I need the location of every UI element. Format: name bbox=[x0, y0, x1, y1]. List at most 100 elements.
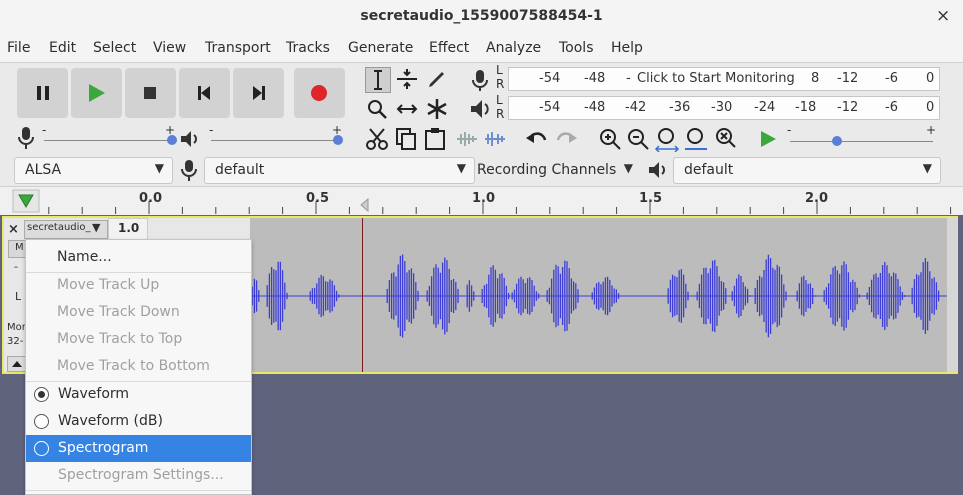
menu-tracks[interactable]: Tracks bbox=[286, 40, 330, 56]
waveform-display[interactable] bbox=[250, 218, 947, 372]
meter-tick: 8 bbox=[811, 71, 820, 86]
meter-tick: -18 bbox=[795, 100, 817, 115]
menu-generate[interactable]: Generate bbox=[348, 40, 413, 56]
multi-tool[interactable] bbox=[425, 97, 449, 121]
meter-tick: -48 bbox=[584, 71, 606, 86]
pause-button[interactable] bbox=[17, 68, 68, 118]
zoom-toggle-icon[interactable] bbox=[712, 126, 738, 152]
record-meter[interactable]: -54 -48 - Click to Start Monitoring 8 -1… bbox=[508, 67, 940, 91]
record-meter-prompt: Click to Start Monitoring bbox=[637, 71, 795, 86]
track-right-edge bbox=[947, 218, 957, 372]
zoom-tool[interactable] bbox=[365, 97, 389, 121]
silence-audio-icon[interactable] bbox=[482, 126, 508, 152]
pencil-icon bbox=[429, 72, 444, 87]
menu-help[interactable]: Help bbox=[611, 40, 643, 56]
menu-tools[interactable]: Tools bbox=[559, 40, 594, 56]
meter-tick: -42 bbox=[625, 100, 647, 115]
menu-view[interactable]: View bbox=[153, 40, 186, 56]
track-gain-readout: 1.0 bbox=[108, 218, 148, 240]
menu-transport[interactable]: Transport bbox=[205, 40, 271, 56]
fit-project-icon[interactable] bbox=[683, 126, 709, 152]
envelope-icon bbox=[397, 69, 417, 89]
draw-tool[interactable] bbox=[425, 67, 449, 91]
play-speed-thumb[interactable] bbox=[832, 136, 842, 146]
speaker-icon[interactable] bbox=[467, 96, 493, 122]
fit-selection-icon[interactable] bbox=[654, 126, 680, 152]
recording-volume-thumb[interactable] bbox=[167, 135, 177, 145]
menu-item-label: Waveform bbox=[58, 386, 130, 402]
collapse-track-button[interactable] bbox=[7, 356, 27, 372]
menu-item-waveform-db[interactable]: Waveform (dB) bbox=[26, 408, 251, 435]
chevron-down-icon: ▼ bbox=[456, 161, 466, 175]
skip-to-start-button[interactable] bbox=[179, 68, 230, 118]
trim-audio-icon[interactable] bbox=[454, 126, 480, 152]
track-menu-button[interactable]: secretaudio_ ▼ bbox=[24, 220, 108, 239]
play-at-speed-icon[interactable] bbox=[756, 127, 780, 151]
radio-unchecked-icon bbox=[34, 441, 49, 456]
recording-volume-slider[interactable] bbox=[44, 140, 172, 141]
mute-label: M bbox=[15, 242, 24, 253]
radio-unchecked-icon bbox=[34, 414, 49, 429]
cut-icon[interactable] bbox=[364, 126, 390, 152]
audio-host-select[interactable]: ALSA ▼ bbox=[14, 157, 173, 184]
pan-left-label: L bbox=[15, 290, 22, 303]
playback-meter[interactable]: -54 -48 -42 -36 -30 -24 -18 -12 -6 0 bbox=[508, 96, 940, 120]
menu-item-spectrogram[interactable]: Spectrogram bbox=[26, 435, 251, 462]
playback-volume-thumb[interactable] bbox=[333, 135, 343, 145]
record-meter-left-letter: L bbox=[496, 63, 503, 77]
envelope-tool[interactable] bbox=[395, 67, 419, 91]
recording-device-select[interactable]: default ▼ bbox=[204, 157, 475, 184]
menu-file[interactable]: File bbox=[7, 40, 30, 56]
paste-icon[interactable] bbox=[422, 126, 448, 152]
stop-button[interactable] bbox=[125, 68, 176, 118]
play-meter-right-letter: R bbox=[496, 107, 505, 121]
menu-item-label: Move Track to Top bbox=[57, 331, 183, 347]
meter-tick: -12 bbox=[837, 71, 859, 86]
meter-tick: -6 bbox=[885, 100, 898, 115]
menu-item-waveform[interactable]: Waveform bbox=[26, 381, 251, 408]
waveform bbox=[250, 254, 947, 338]
playback-volume-slider[interactable] bbox=[211, 140, 339, 141]
menu-item-move-track-to-top: Move Track to Top bbox=[26, 326, 251, 353]
record-button[interactable] bbox=[294, 68, 345, 118]
menu-edit[interactable]: Edit bbox=[49, 40, 76, 56]
skip-to-end-button[interactable] bbox=[233, 68, 284, 118]
menu-effect[interactable]: Effect bbox=[429, 40, 469, 56]
zoom-in-icon[interactable] bbox=[597, 126, 623, 152]
track-close-button[interactable]: × bbox=[8, 222, 19, 237]
magnifier-icon bbox=[368, 100, 387, 119]
playback-device-select[interactable]: default ▼ bbox=[673, 157, 941, 184]
selection-tool[interactable] bbox=[365, 67, 391, 93]
playback-device-speaker-icon bbox=[649, 162, 665, 178]
copy-icon[interactable] bbox=[393, 126, 419, 152]
menu-select[interactable]: Select bbox=[93, 40, 136, 56]
window-close-button[interactable]: × bbox=[936, 6, 950, 26]
pause-icon bbox=[37, 86, 49, 100]
meter-tick: -6 bbox=[885, 71, 898, 86]
play-speed-slider[interactable] bbox=[790, 141, 933, 142]
meter-tick: 0 bbox=[926, 71, 935, 86]
play-button[interactable] bbox=[71, 68, 122, 118]
meter-tick: -36 bbox=[669, 100, 691, 115]
zoom-out-icon[interactable] bbox=[625, 126, 651, 152]
menu-analyze[interactable]: Analyze bbox=[486, 40, 541, 56]
timeline-ruler[interactable]: 0.0 0.5 1.0 1.5 2.0 bbox=[0, 186, 963, 216]
meter-tick: -48 bbox=[584, 100, 606, 115]
redo-icon[interactable] bbox=[553, 126, 579, 152]
skip-start-icon bbox=[198, 86, 210, 100]
recording-channels-select[interactable]: Recording Channels ▼ bbox=[474, 157, 642, 184]
microphone-icon[interactable] bbox=[467, 67, 493, 93]
chevron-down-icon: ▼ bbox=[92, 221, 101, 234]
meter-tick: -24 bbox=[754, 100, 776, 115]
meter-tick: -54 bbox=[539, 71, 561, 86]
undo-icon[interactable] bbox=[524, 126, 550, 152]
audio-host-value: ALSA bbox=[25, 162, 62, 178]
edit-cursor bbox=[362, 218, 363, 372]
menu-item-name[interactable]: Name... bbox=[26, 244, 251, 271]
menu-item-label: Spectrogram bbox=[58, 440, 149, 456]
collapse-arrow-icon bbox=[12, 361, 22, 367]
skip-end-icon bbox=[253, 86, 265, 100]
recording-channels-value: Recording Channels bbox=[477, 162, 617, 178]
menu-item-spectrogram-settings: Spectrogram Settings... bbox=[26, 462, 251, 489]
time-shift-tool[interactable] bbox=[395, 97, 419, 121]
